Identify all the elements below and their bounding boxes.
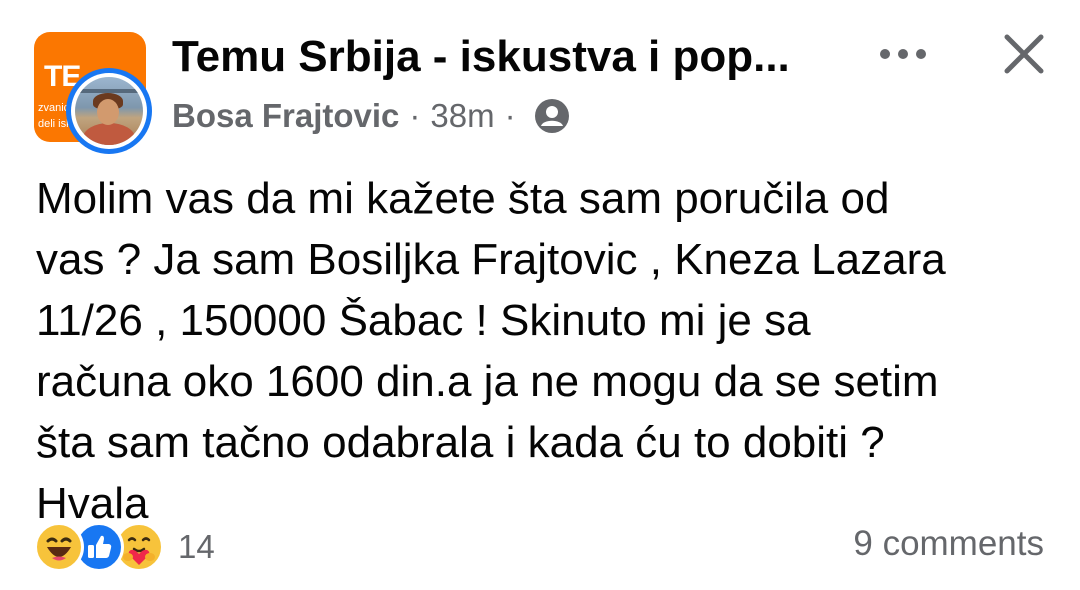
comments-count-link[interactable]: 9 comments [853,524,1044,564]
post-time[interactable]: 38m [430,97,494,135]
more-options-button[interactable] [868,34,938,74]
reaction-count: 14 [178,528,215,565]
more-dots-icon [898,49,908,59]
post-text-line: Molim vas da mi kažete šta sam poručila … [36,174,890,223]
photo-shoulders [83,123,135,145]
close-icon [1004,34,1044,74]
author-avatar[interactable] [66,68,152,154]
group-audience-icon[interactable] [532,96,572,136]
author-photo [75,77,143,145]
post-text-line: vas ? Ja sam Bosiljka Frajtovic , Kneza … [36,235,946,284]
author-name-link[interactable]: Bosa Frajtovic [172,97,399,135]
post-text-line: 11/26 , 150000 Šabac ! Skinuto mi je sa [36,296,811,345]
post-text-line: šta sam tačno odabrala i kada ću to dobi… [36,418,885,467]
post-meta: Bosa Frajtovic · 38m · [172,96,572,136]
group-avatar-caption-1: zvanic [38,102,70,114]
reactions-summary[interactable]: 14 [34,522,215,572]
haha-reaction-icon [34,522,84,572]
close-button[interactable] [996,26,1052,82]
post-text-line: računa oko 1600 din.a ja ne mogu da se s… [36,357,939,406]
post-card: TE zvanic deli isk Temu Srbija - iskustv… [0,0,1080,590]
meta-separator: · [504,97,516,134]
group-name-link[interactable]: Temu Srbija - iskustva i pop... [172,32,790,82]
meta-separator: · [409,97,421,134]
post-message: Molim vas da mi kažete šta sam poručila … [36,168,1046,534]
more-dots-icon [880,49,890,59]
photo-face [97,99,119,125]
author-avatar-ring [71,73,147,149]
more-dots-icon [916,49,926,59]
